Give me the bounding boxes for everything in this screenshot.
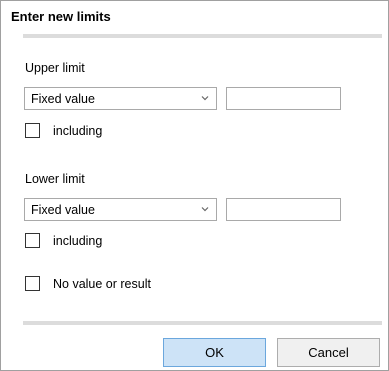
upper-including-row[interactable]: including: [25, 122, 102, 139]
lower-including-checkbox[interactable]: [25, 233, 40, 248]
lower-limit-mode-value: Fixed value: [31, 203, 95, 217]
upper-including-checkbox[interactable]: [25, 123, 40, 138]
chevron-down-icon: [201, 207, 209, 212]
upper-limit-value-input[interactable]: [226, 87, 341, 110]
no-value-row[interactable]: No value or result: [25, 275, 151, 292]
ok-button[interactable]: OK: [163, 338, 266, 367]
upper-limit-mode-select[interactable]: Fixed value: [24, 87, 217, 110]
dialog-title: Enter new limits: [11, 9, 111, 24]
upper-limit-mode-value: Fixed value: [31, 92, 95, 106]
lower-including-label: including: [53, 233, 103, 248]
lower-limit-value-input[interactable]: [226, 198, 341, 221]
lower-including-row[interactable]: including: [25, 232, 102, 249]
buttons-divider: [23, 321, 382, 325]
upper-limit-label: Upper limit: [25, 61, 85, 75]
upper-including-label: including: [53, 123, 103, 138]
lower-limit-label: Lower limit: [25, 172, 85, 186]
no-value-checkbox[interactable]: [25, 276, 40, 291]
title-divider: [23, 34, 382, 38]
enter-limits-dialog: Enter new limits Upper limit Fixed value…: [0, 0, 389, 371]
no-value-label: No value or result: [53, 276, 151, 291]
chevron-down-icon: [201, 96, 209, 101]
cancel-button[interactable]: Cancel: [277, 338, 380, 367]
lower-limit-mode-select[interactable]: Fixed value: [24, 198, 217, 221]
